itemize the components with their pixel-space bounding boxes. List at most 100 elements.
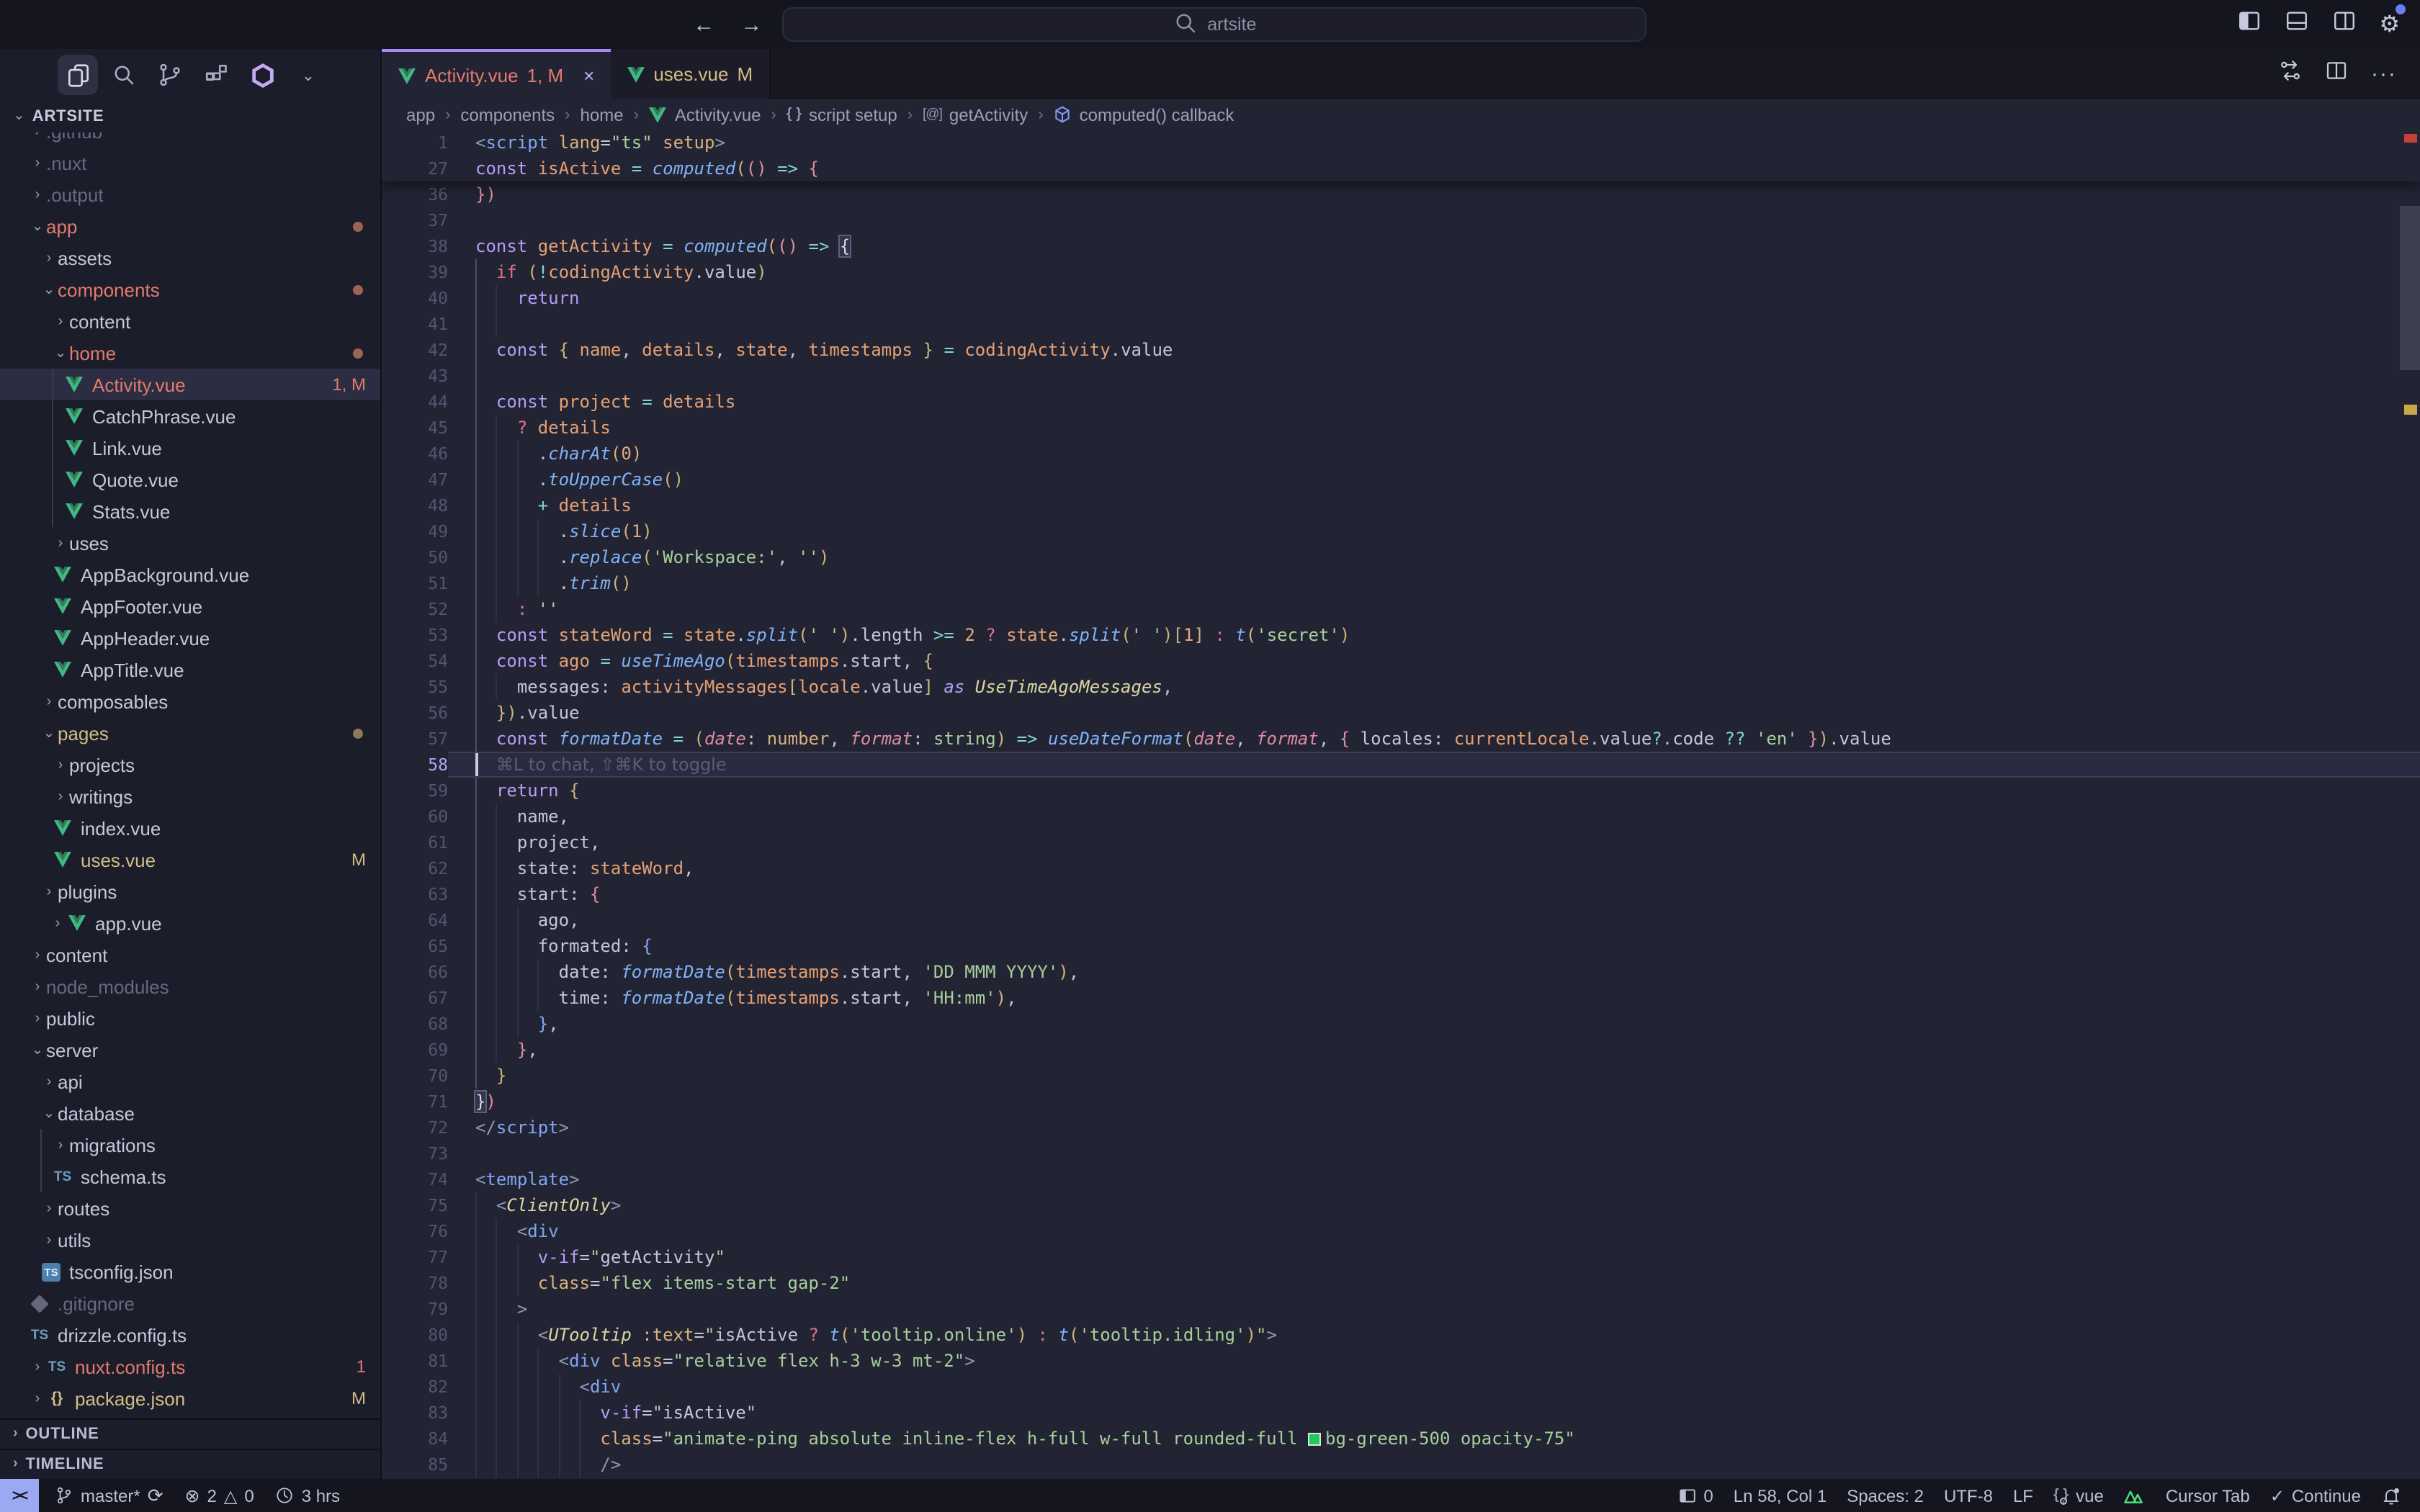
tree-item-uses[interactable]: ›uses: [0, 527, 380, 559]
tree-item-AppHeader.vue[interactable]: AppHeader.vue: [0, 622, 380, 654]
tree-item-plugins[interactable]: ›plugins: [0, 876, 380, 907]
tree-item-app.vue[interactable]: ›app.vue: [0, 907, 380, 939]
section-outline[interactable]: ›OUTLINE: [0, 1418, 380, 1449]
tree-item-components[interactable]: ⌄components: [0, 274, 380, 305]
code-line-43[interactable]: 43: [382, 363, 2420, 389]
tree-item-database[interactable]: ⌄database: [0, 1097, 380, 1129]
code-line-63[interactable]: 63 start: {: [382, 881, 2420, 907]
code-line-67[interactable]: 67 time: formatDate(timestamps.start, 'H…: [382, 985, 2420, 1011]
status-language-mode[interactable]: { }xvue: [2053, 1485, 2104, 1506]
tree-item-projects[interactable]: ›projects: [0, 749, 380, 780]
code-line-60[interactable]: 60 name,: [382, 804, 2420, 829]
tree-item-assets[interactable]: ›assets: [0, 242, 380, 274]
section-timeline[interactable]: ›TIMELINE: [0, 1449, 380, 1479]
tree-item-content[interactable]: ›content: [0, 305, 380, 337]
activity-more-views[interactable]: ⌄: [288, 55, 328, 95]
tree-item-AppTitle.vue[interactable]: AppTitle.vue: [0, 654, 380, 685]
code-line-54[interactable]: 54 const ago = useTimeAgo(timestamps.sta…: [382, 648, 2420, 674]
code-line-39[interactable]: 39 if (!codingActivity.value): [382, 259, 2420, 285]
tree-item-.gitignore[interactable]: .gitignore: [0, 1287, 380, 1319]
code-line-27[interactable]: 27const isActive = computed(() => {: [382, 156, 2420, 181]
tree-item-routes[interactable]: ›routes: [0, 1192, 380, 1224]
code-line-82[interactable]: 82 <div: [382, 1374, 2420, 1400]
scrollbar-thumb[interactable]: [2400, 206, 2420, 370]
code-line-77[interactable]: 77 v-if="getActivity": [382, 1244, 2420, 1270]
tree-item-nuxt.config.ts[interactable]: ›TSnuxt.config.ts1: [0, 1351, 380, 1382]
status-continue[interactable]: ✓Continue: [2270, 1485, 2361, 1506]
code-line-49[interactable]: 49 .slice(1): [382, 518, 2420, 544]
tree-item-utils[interactable]: ›utils: [0, 1224, 380, 1256]
status-session-time[interactable]: 3 hrs: [276, 1485, 340, 1506]
code-line-68[interactable]: 68 },: [382, 1011, 2420, 1037]
tree-item-pages[interactable]: ⌄pages: [0, 717, 380, 749]
code-line-62[interactable]: 62 state: stateWord,: [382, 855, 2420, 881]
tree-item-.github[interactable]: ›.github: [0, 132, 380, 147]
code-line-36[interactable]: 36}): [382, 181, 2420, 207]
code-line-42[interactable]: 42 const { name, details, state, timesta…: [382, 337, 2420, 363]
tree-item-home[interactable]: ⌄home: [0, 337, 380, 369]
tree-item-Quote.vue[interactable]: Quote.vue: [0, 464, 380, 495]
code-line-80[interactable]: 80 <UTooltip :text="isActive ? t('toolti…: [382, 1322, 2420, 1348]
tree-item-AppBackground.vue[interactable]: AppBackground.vue: [0, 559, 380, 590]
status-notifications[interactable]: [2381, 1485, 2401, 1506]
tab-Activity.vue[interactable]: Activity.vue1, M×: [382, 49, 610, 99]
activity-extensions[interactable]: [196, 55, 236, 95]
code-line-65[interactable]: 65 formated: {: [382, 933, 2420, 959]
status-git-branch[interactable]: master*⟳: [55, 1484, 163, 1507]
activity-source-control[interactable]: [150, 55, 190, 95]
tree-item-Link.vue[interactable]: Link.vue: [0, 432, 380, 464]
tree-item-.nuxt[interactable]: ›.nuxt: [0, 147, 380, 179]
code-line-73[interactable]: 73: [382, 1140, 2420, 1166]
status-cursor-position[interactable]: Ln 58, Col 1: [1734, 1485, 1827, 1506]
code-line-72[interactable]: 72</script>: [382, 1115, 2420, 1140]
code-line-84[interactable]: 84 class="animate-ping absolute inline-f…: [382, 1426, 2420, 1452]
tree-item-.output[interactable]: ›.output: [0, 179, 380, 210]
gear-icon[interactable]: ⚙: [2379, 10, 2400, 39]
code-line-83[interactable]: 83 v-if="isActive": [382, 1400, 2420, 1426]
breadcrumb-item-home[interactable]: home: [581, 104, 624, 125]
code-line-37[interactable]: 37: [382, 207, 2420, 233]
tree-item-public[interactable]: ›public: [0, 1002, 380, 1034]
code-editor[interactable]: 1<script lang="ts" setup>27const isActiv…: [382, 130, 2420, 1479]
command-center-search[interactable]: artsite: [782, 7, 1646, 42]
tree-item-Activity.vue[interactable]: Activity.vue1, M: [0, 369, 380, 400]
code-line-75[interactable]: 75 <ClientOnly>: [382, 1192, 2420, 1218]
tree-item-Stats.vue[interactable]: Stats.vue: [0, 495, 380, 527]
code-line-46[interactable]: 46 .charAt(0): [382, 441, 2420, 467]
code-line-85[interactable]: 85 />: [382, 1452, 2420, 1477]
status-problems[interactable]: ⊗2△0: [185, 1485, 254, 1506]
scrollbar[interactable]: [2400, 130, 2420, 1479]
activity-explorer[interactable]: [58, 55, 98, 95]
code-line-48[interactable]: 48 + details: [382, 492, 2420, 518]
code-line-50[interactable]: 50 .replace('Workspace:', ''): [382, 544, 2420, 570]
code-line-52[interactable]: 52 : '': [382, 596, 2420, 622]
tree-item-migrations[interactable]: ›migrations: [0, 1129, 380, 1161]
status-ports[interactable]: 0: [1677, 1485, 1713, 1506]
more-actions-icon[interactable]: ···: [2371, 61, 2397, 87]
close-icon[interactable]: ×: [583, 65, 594, 86]
code-line-70[interactable]: 70 }: [382, 1063, 2420, 1089]
code-line-59[interactable]: 59 return {: [382, 778, 2420, 804]
code-line-55[interactable]: 55 messages: activityMessages[locale.val…: [382, 674, 2420, 700]
code-line-66[interactable]: 66 date: formatDate(timestamps.start, 'D…: [382, 959, 2420, 985]
breadcrumb-item-activity-vue[interactable]: Activity.vue: [649, 104, 761, 125]
tree-item-AppFooter.vue[interactable]: AppFooter.vue: [0, 590, 380, 622]
tree-item-writings[interactable]: ›writings: [0, 780, 380, 812]
status-remote[interactable]: ><: [0, 1479, 39, 1512]
nav-back-icon[interactable]: ←: [693, 12, 714, 37]
tree-item-package.json[interactable]: ›{}package.jsonM: [0, 1382, 380, 1414]
code-line-61[interactable]: 61 project,: [382, 829, 2420, 855]
status-cursor-tab[interactable]: Cursor Tab: [2166, 1485, 2250, 1506]
breadcrumb-item-components[interactable]: components: [460, 104, 555, 125]
nav-forward-icon[interactable]: →: [740, 12, 762, 37]
code-line-76[interactable]: 76 <div: [382, 1218, 2420, 1244]
code-line-1[interactable]: 1<script lang="ts" setup>: [382, 130, 2420, 156]
code-line-38[interactable]: 38const getActivity = computed(() => {: [382, 233, 2420, 259]
tree-item-CatchPhrase.vue[interactable]: CatchPhrase.vue: [0, 400, 380, 432]
tab-uses.vue[interactable]: uses.vueM: [610, 49, 770, 99]
activity-search[interactable]: [104, 55, 144, 95]
code-line-53[interactable]: 53 const stateWord = state.split(' ').le…: [382, 622, 2420, 648]
breadcrumb-item-computed-callback[interactable]: computed() callback: [1054, 104, 1234, 125]
code-line-44[interactable]: 44 const project = details: [382, 389, 2420, 415]
code-line-41[interactable]: 41: [382, 311, 2420, 337]
